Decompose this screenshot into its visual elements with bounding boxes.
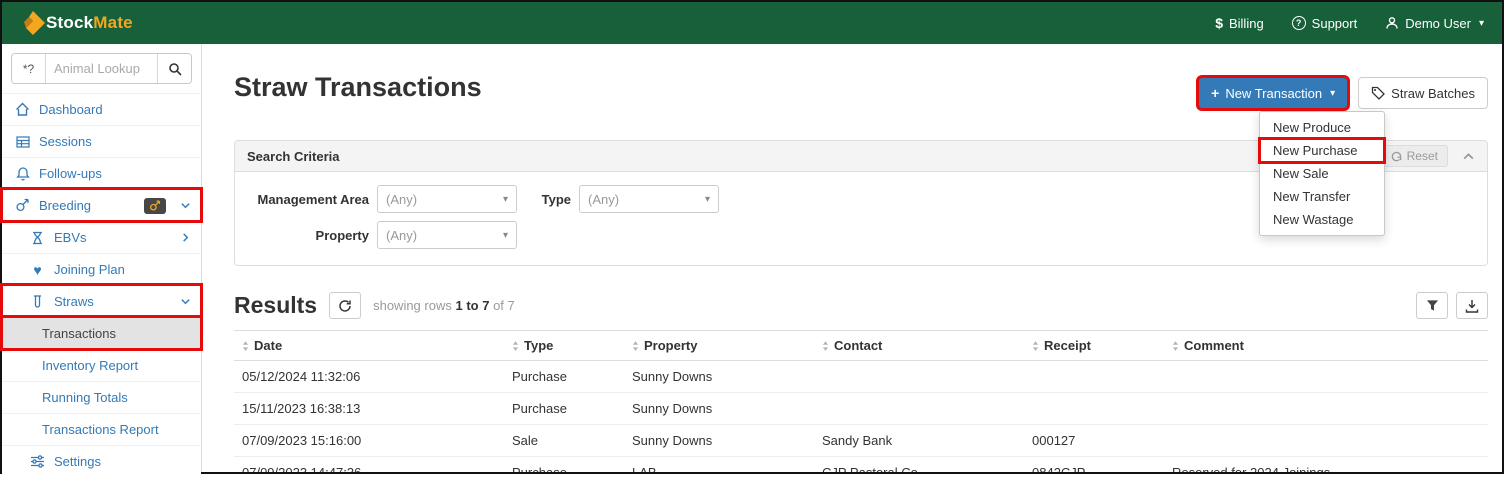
- type-select[interactable]: (Any)▾: [579, 185, 719, 213]
- heart-icon: ♥: [29, 263, 46, 277]
- animal-lookup-group: *?: [11, 53, 192, 84]
- sidebar-item-transactions[interactable]: Transactions: [2, 317, 201, 349]
- sidebar-item-breeding[interactable]: Breeding: [2, 189, 201, 221]
- table-row[interactable]: 05/12/2024 11:32:06 Purchase Sunny Downs: [234, 361, 1488, 393]
- showing-rows-text: showing rows 1 to 7 of 7: [373, 298, 515, 313]
- sidebar-item-settings[interactable]: Settings: [2, 445, 201, 477]
- chevron-down-icon: [180, 296, 191, 307]
- panel-title: Search Criteria: [247, 149, 340, 164]
- column-header-contact[interactable]: Contact: [814, 331, 1024, 361]
- table-row[interactable]: 07/09/2023 15:16:00 Sale Sunny Downs San…: [234, 425, 1488, 457]
- sidebar-item-running-totals[interactable]: Running Totals: [2, 381, 201, 413]
- chevron-down-icon: [180, 200, 191, 211]
- table-icon: [14, 135, 31, 149]
- sidebar-item-inventory-report[interactable]: Inventory Report: [2, 349, 201, 381]
- sidebar-item-straws[interactable]: Straws: [2, 285, 201, 317]
- breeding-gender-icon: [14, 198, 31, 213]
- user-icon: [1385, 16, 1399, 30]
- sort-icon: [512, 340, 519, 352]
- sidebar: *? Dashboard Sessions Follow-u: [2, 44, 202, 472]
- sidebar-item-transactions-report[interactable]: Transactions Report: [2, 413, 201, 445]
- plus-icon: +: [1211, 85, 1219, 101]
- question-circle-icon: ?: [1292, 16, 1306, 30]
- menu-item-new-sale[interactable]: New Sale: [1260, 162, 1384, 185]
- bell-icon: [14, 166, 31, 181]
- column-header-type[interactable]: Type: [504, 331, 624, 361]
- menu-item-new-purchase[interactable]: New Purchase: [1260, 139, 1384, 162]
- caret-down-icon: ▾: [503, 194, 508, 205]
- column-header-receipt[interactable]: Receipt: [1024, 331, 1164, 361]
- sidebar-item-dashboard[interactable]: Dashboard: [2, 93, 201, 125]
- home-icon: [14, 102, 31, 117]
- caret-down-icon: ▾: [705, 194, 710, 205]
- hourglass-icon: [29, 231, 46, 245]
- menu-item-new-transfer[interactable]: New Transfer: [1260, 185, 1384, 208]
- menu-item-new-produce[interactable]: New Produce: [1260, 116, 1384, 139]
- new-transaction-button[interactable]: + New Transaction ▾: [1198, 77, 1348, 109]
- sidebar-item-ebvs[interactable]: EBVs: [2, 221, 201, 253]
- animal-lookup-input[interactable]: [46, 54, 157, 83]
- billing-link[interactable]: $ Billing: [1215, 15, 1263, 31]
- search-icon[interactable]: [157, 54, 191, 83]
- new-transaction-dropdown: New Produce New Purchase New Sale New Tr…: [1259, 111, 1385, 236]
- sort-icon: [1172, 340, 1179, 352]
- management-area-label: Management Area: [247, 192, 369, 207]
- tag-icon: [1371, 86, 1385, 100]
- property-label: Property: [247, 228, 369, 243]
- sort-icon: [822, 340, 829, 352]
- top-navbar: StockMate $ Billing ? Support Demo User …: [2, 2, 1502, 44]
- stockmate-logo-icon: [20, 10, 46, 36]
- sidebar-item-followups[interactable]: Follow-ups: [2, 157, 201, 189]
- sidebar-item-joining-plan[interactable]: ♥ Joining Plan: [2, 253, 201, 285]
- reset-button[interactable]: Reset: [1381, 145, 1448, 167]
- undo-icon: [1391, 151, 1402, 162]
- caret-down-icon: ▾: [1330, 88, 1335, 99]
- dollar-icon: $: [1215, 15, 1223, 31]
- straw-vial-icon: [29, 294, 46, 309]
- column-header-property[interactable]: Property: [624, 331, 814, 361]
- caret-down-icon: ▾: [503, 230, 508, 241]
- main-content: Straw Transactions + New Transaction ▾ S…: [202, 44, 1502, 472]
- property-select[interactable]: (Any)▾: [377, 221, 517, 249]
- management-area-select[interactable]: (Any)▾: [377, 185, 517, 213]
- table-row[interactable]: 15/11/2023 16:38:13 Purchase Sunny Downs: [234, 393, 1488, 425]
- straw-batches-button[interactable]: Straw Batches: [1358, 77, 1488, 109]
- filter-button[interactable]: [1416, 292, 1448, 319]
- column-header-comment[interactable]: Comment: [1164, 331, 1488, 361]
- download-button[interactable]: [1456, 292, 1488, 319]
- sliders-icon: [29, 455, 46, 468]
- breeding-badge: [144, 198, 166, 214]
- chevron-down-icon: ▾: [1479, 18, 1484, 29]
- chevron-right-icon: [180, 232, 191, 243]
- sidebar-item-sessions[interactable]: Sessions: [2, 125, 201, 157]
- sort-icon: [1032, 340, 1039, 352]
- page-title: Straw Transactions: [234, 72, 482, 103]
- table-row[interactable]: 07/09/2023 14:47:36 Purchase LAB CJP Pas…: [234, 457, 1488, 473]
- results-table: Date Type Property Contact Receipt: [234, 330, 1488, 472]
- results-title: Results: [234, 292, 317, 319]
- sort-icon: [242, 340, 249, 352]
- user-menu[interactable]: Demo User ▾: [1385, 16, 1484, 31]
- type-label: Type: [525, 192, 571, 207]
- refresh-button[interactable]: [329, 292, 361, 319]
- column-header-date[interactable]: Date: [234, 331, 504, 361]
- wildcard-button[interactable]: *?: [12, 54, 46, 83]
- support-link[interactable]: ? Support: [1292, 16, 1358, 31]
- brand-text: StockMate: [46, 13, 133, 33]
- menu-item-new-wastage[interactable]: New Wastage: [1260, 208, 1384, 231]
- collapse-chevron-icon[interactable]: [1462, 150, 1475, 163]
- sort-icon: [632, 340, 639, 352]
